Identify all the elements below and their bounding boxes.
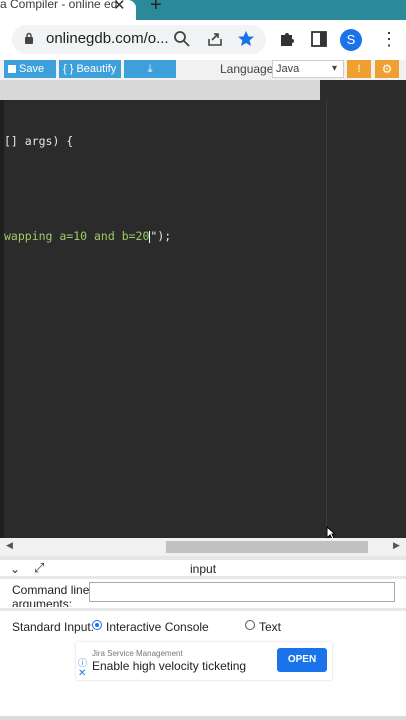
editor-gutter [0, 100, 4, 538]
ad-headline[interactable]: Enable high velocity ticketing [92, 659, 246, 673]
profile-avatar[interactable]: S [340, 29, 362, 51]
print-margin [326, 100, 327, 538]
tab-close-icon[interactable]: ✕ [113, 0, 126, 14]
save-button[interactable]: Save [4, 60, 56, 78]
info-button[interactable]: ! [347, 60, 371, 78]
divider [0, 576, 406, 579]
info-icon: ! [357, 63, 361, 75]
bottom-border [0, 716, 406, 720]
panel-divider[interactable] [0, 556, 406, 560]
settings-icon: ⚙ [381, 62, 393, 76]
tab-title: a Compiler - online ed [0, 0, 118, 11]
chevron-down-icon[interactable]: ⌄ [10, 562, 20, 576]
save-icon [8, 65, 16, 74]
scroll-left-icon[interactable]: ◀ [6, 540, 13, 551]
language-label: Language [220, 62, 274, 76]
download-icon: ⤓ [147, 63, 153, 75]
file-tab-strip-dark [320, 80, 406, 100]
download-button[interactable]: ⤓ [124, 60, 176, 78]
text-option-label[interactable]: Text [259, 620, 281, 634]
divider [0, 608, 406, 611]
url-text[interactable]: onlinegdb.com/o... [46, 30, 169, 47]
input-panel-title: input [190, 562, 217, 576]
ad-sponsor: Jira Service Management [92, 649, 183, 658]
browser-menu-icon[interactable]: ⋮ [380, 29, 398, 50]
code-editor[interactable] [0, 100, 406, 538]
ad-open-button[interactable]: OPEN [277, 648, 327, 672]
command-line-input[interactable] [89, 582, 395, 602]
scroll-right-icon[interactable]: ▶ [393, 540, 400, 551]
code-line: wapping a=10 and b=20"); [4, 229, 171, 243]
standard-input-label: Standard Input: [12, 620, 95, 634]
lock-icon [25, 32, 33, 44]
star-icon[interactable] [236, 29, 256, 49]
ad-close-icon[interactable]: ✕ [78, 668, 86, 679]
chevron-down-icon: ▾ [332, 63, 338, 74]
search-icon[interactable] [172, 29, 192, 49]
beautify-button[interactable]: { } Beautify [59, 60, 121, 78]
new-tab-button[interactable]: + [150, 0, 162, 17]
code-tail: "); [150, 229, 172, 243]
sidepanel-icon[interactable] [309, 29, 329, 49]
save-label: Save [19, 63, 45, 75]
command-line-label: Command line arguments: [12, 583, 90, 607]
beautify-label: { } Beautify [63, 63, 117, 75]
file-tab-strip [0, 80, 320, 100]
extensions-icon[interactable] [277, 29, 297, 49]
settings-button[interactable]: ⚙ [375, 60, 399, 78]
string-literal: wapping a=10 and b=20 [4, 229, 150, 243]
text-radio[interactable] [245, 620, 255, 630]
scrollbar-thumb[interactable] [166, 541, 368, 553]
expand-icon[interactable]: ⤢ [34, 560, 44, 576]
code-line: [] args) { [4, 134, 74, 148]
share-icon[interactable] [205, 29, 225, 49]
radio-selected-dot [95, 623, 99, 627]
interactive-console-label[interactable]: Interactive Console [106, 620, 209, 634]
